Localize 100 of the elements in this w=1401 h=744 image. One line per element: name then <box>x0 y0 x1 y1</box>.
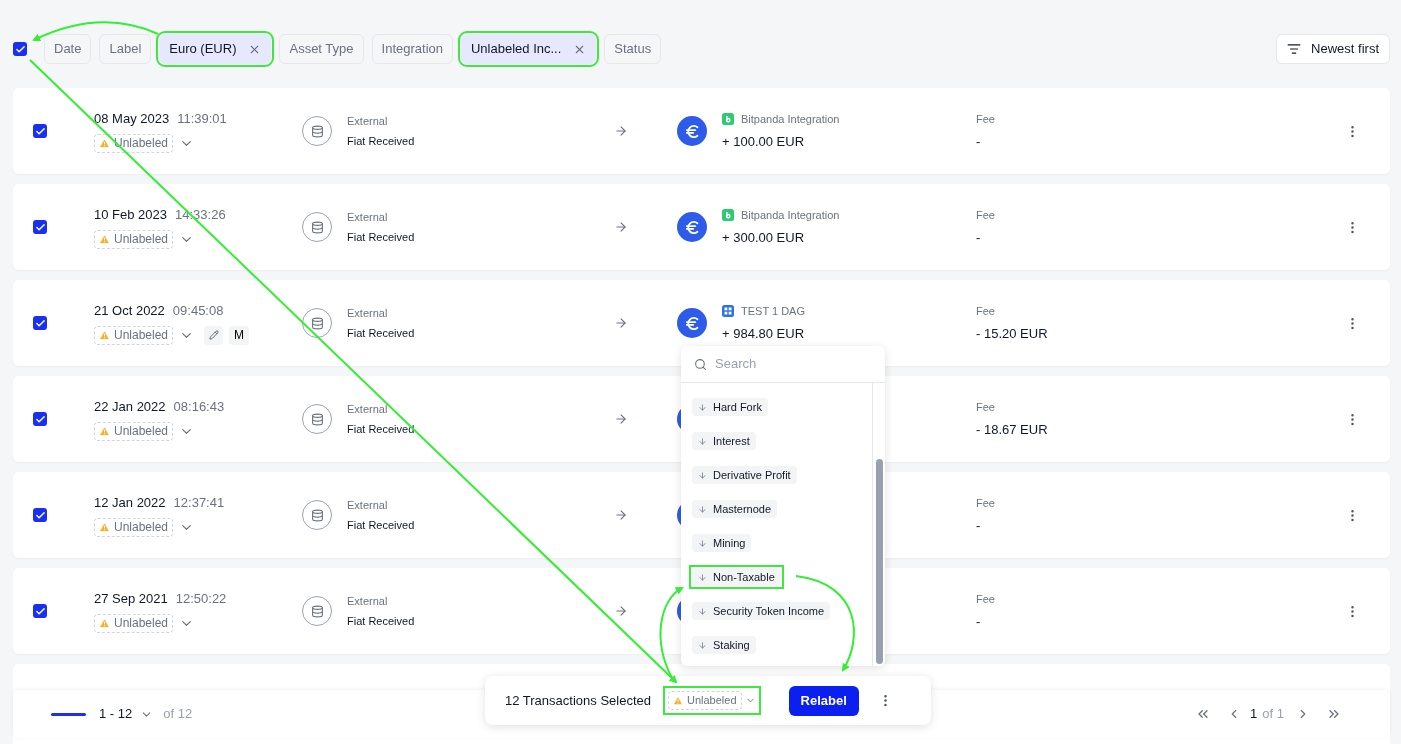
checkbox[interactable] <box>33 604 47 618</box>
transaction-type: Fiat Received <box>347 134 416 149</box>
arrow-down-icon <box>698 572 707 582</box>
checkbox[interactable] <box>33 220 47 234</box>
filter-chip[interactable]: Asset Type <box>279 34 364 64</box>
integration-logo-icon <box>722 209 734 222</box>
label-tag[interactable]: Unlabeled <box>94 517 174 537</box>
filter-chip[interactable]: Status <box>604 34 662 64</box>
source-name: External <box>347 113 389 129</box>
fee-value: - <box>976 132 982 151</box>
transaction-date: 08 May 2023 <box>94 110 170 129</box>
integration-logo-icon <box>722 305 734 318</box>
arrow-down-icon <box>698 606 707 616</box>
arrow-down-icon <box>698 470 707 480</box>
fee-label: Fee <box>976 592 996 607</box>
checkbox[interactable] <box>33 316 47 330</box>
transaction-type: Fiat Received <box>347 422 416 437</box>
euro-icon <box>677 212 707 242</box>
transaction-date: 22 Jan 2022 <box>94 398 166 417</box>
filter-chip[interactable]: Integration <box>371 34 453 64</box>
transaction-date: 10 Feb 2023 <box>94 206 167 225</box>
warning-icon <box>99 233 110 245</box>
transaction-amount: + 300.00 EUR <box>722 228 806 247</box>
label-option[interactable]: Security Token Income <box>692 602 831 620</box>
scrollbar[interactable] <box>872 383 885 666</box>
filter-chip[interactable]: Euro (EUR) <box>159 34 272 64</box>
label-option[interactable]: Masternode <box>692 500 778 518</box>
transaction-date: 21 Oct 2022 <box>94 302 165 321</box>
pencil-icon <box>208 330 219 341</box>
source-name: External <box>347 593 389 609</box>
label-tag[interactable]: Unlabeled <box>94 133 174 153</box>
page-range[interactable]: 1 - 12 <box>99 704 133 724</box>
arrow-down-icon <box>698 402 707 412</box>
integration-name: Bitpanda Integration <box>741 112 840 127</box>
relabel-button[interactable]: Relabel <box>788 685 859 716</box>
source-name: External <box>347 209 389 225</box>
page-total: of 1 <box>1262 705 1284 724</box>
fee-label: Fee <box>976 496 996 511</box>
fee-label: Fee <box>976 304 996 319</box>
transaction-time: 11:39:01 <box>177 110 227 129</box>
fee-value: - 18.67 EUR <box>976 420 1049 439</box>
current-page[interactable]: 1 <box>1250 704 1258 724</box>
transaction-time: 12:50:22 <box>175 590 227 609</box>
source-name: External <box>347 401 389 417</box>
label-tag[interactable]: Unlabeled <box>94 229 174 249</box>
fee-label: Fee <box>976 208 996 223</box>
arrow-right-icon <box>614 220 628 234</box>
transaction-type: Fiat Received <box>347 326 416 341</box>
transaction-amount: + 100.00 EUR <box>722 132 806 151</box>
edit-button[interactable] <box>204 325 224 345</box>
transaction-time: 12:37:41 <box>173 494 225 513</box>
checkbox[interactable] <box>33 508 47 522</box>
checkbox[interactable] <box>33 124 47 138</box>
warning-icon <box>99 617 110 629</box>
transaction-date: 27 Sep 2021 <box>94 590 168 609</box>
source-name: External <box>347 497 389 513</box>
warning-icon <box>99 329 110 341</box>
arrow-down-icon <box>698 538 707 548</box>
checkbox[interactable] <box>33 412 47 426</box>
warning-icon <box>673 695 683 706</box>
filter-chip[interactable]: Date <box>44 34 92 64</box>
euro-icon <box>677 308 707 338</box>
source-name: External <box>347 305 389 321</box>
total-count: of 12 <box>163 705 193 724</box>
label-option[interactable]: Hard Fork <box>692 398 768 416</box>
search-icon <box>694 357 707 371</box>
transaction-amount: + 984.80 EUR <box>722 324 806 343</box>
label-option[interactable]: Non-Taxable <box>692 568 781 586</box>
label-tag[interactable]: Unlabeled <box>94 613 174 633</box>
label-option[interactable]: Staking <box>692 636 756 654</box>
fee-value: - <box>976 228 982 247</box>
sort-button[interactable]: Newest first <box>1276 34 1390 64</box>
arrow-down-icon <box>698 504 707 514</box>
euro-icon <box>677 116 707 146</box>
fee-value: - 15.20 EUR <box>976 324 1049 343</box>
label-tag[interactable]: Unlabeled <box>94 325 174 345</box>
warning-icon <box>99 521 110 533</box>
filter-chip[interactable]: Label <box>99 34 152 64</box>
arrow-right-icon <box>614 508 628 522</box>
label-option[interactable]: Derivative Profit <box>692 466 797 484</box>
label-option[interactable]: Interest <box>692 432 756 450</box>
integration-name: TEST 1 DAG <box>741 304 805 319</box>
fee-label: Fee <box>976 400 996 415</box>
fee-label: Fee <box>976 112 996 127</box>
checkbox[interactable] <box>13 42 27 56</box>
selection-count: 12 Transactions Selected <box>505 691 651 710</box>
transaction-type: Fiat Received <box>347 614 416 629</box>
search-field[interactable]: Search <box>715 354 855 374</box>
transaction-type: Fiat Received <box>347 518 416 533</box>
arrow-right-icon <box>614 604 628 618</box>
transaction-time: 08:16:43 <box>173 398 225 417</box>
fee-value: - <box>976 612 982 631</box>
transaction-type: Fiat Received <box>347 230 416 245</box>
integration-name: Bitpanda Integration <box>741 208 840 223</box>
arrow-down-icon <box>698 640 707 650</box>
label-option[interactable]: Mining <box>692 534 752 552</box>
arrow-right-icon <box>614 124 628 138</box>
note-tag: M <box>229 325 250 345</box>
label-tag[interactable]: Unlabeled <box>94 421 174 441</box>
filter-chip[interactable]: Unlabeled Inc... <box>461 34 597 64</box>
